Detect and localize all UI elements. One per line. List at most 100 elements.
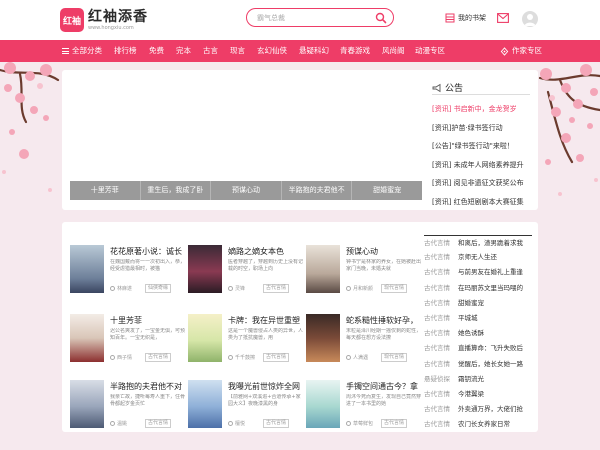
nav-item-free[interactable]: 免费 — [149, 40, 164, 62]
book-desc: 【前雅网+双溪追+合道传承+家园大义】夜晚漆黑的身 — [228, 394, 301, 407]
book-tag[interactable]: 古代言情 — [145, 352, 172, 362]
book-desc: 医者穿越了，穿越到历史上没有记载的时空，职场上向 — [228, 259, 303, 272]
rank-item[interactable]: 古代言情 京师无人生还 — [424, 250, 532, 265]
book-cover[interactable] — [306, 380, 340, 428]
book-card[interactable]: 预谋心动 钟书宁是林家的养女，在她被赶出家门当晚，未婚夫就 月和新颜 现代言情 — [306, 245, 421, 298]
book-author: 灵锋 — [228, 285, 263, 292]
book-tag[interactable]: 仙侠奇缘 — [145, 283, 172, 293]
book-cover[interactable] — [188, 245, 222, 293]
book-card[interactable]: 十里芳菲 迟公名爽发了，一宝金无俱，可预知百年。一宝无织是， 西子情 古代言情 — [70, 314, 185, 367]
rank-item[interactable]: 古代言情 今港翼梁 — [424, 387, 532, 402]
nav-item-complete[interactable]: 完本 — [176, 40, 191, 62]
book-author: 千千鼓擦 — [228, 354, 263, 361]
search-input[interactable] — [257, 12, 367, 24]
carousel-tab[interactable]: 十里芳菲 — [70, 181, 141, 200]
logo-url: www.hongxiu.com — [88, 24, 134, 31]
book-tag[interactable]: 现代言情 — [381, 283, 408, 293]
nav-item-youth[interactable]: 青春游戏 — [340, 40, 370, 62]
book-card[interactable]: 我曝光前世惊炸全网 【前雅网+双溪追+合道传承+家园大义】夜晚漆黑的身 檀悦 古… — [188, 380, 303, 433]
bookshelf-link[interactable]: 我的书架 — [445, 13, 486, 23]
book-card[interactable]: 卡牌：我在异世重塑 这是一个魔兽侵占人类的异世，人类为了抵抗魔兽，用 千千鼓擦 … — [188, 314, 303, 367]
book-author: 林麻遂 — [110, 285, 145, 292]
mail-icon[interactable] — [497, 13, 509, 23]
book-card[interactable]: 蛇系糙性捶软好孕， 末粒是泽川经期一摇仅剩的蛇性，每天都在想方设法撩 人满遇 现… — [306, 314, 421, 367]
rank-item[interactable]: 古代言情 她色诱酥 — [424, 326, 532, 341]
rank-item[interactable]: 古代言情 平城城 — [424, 311, 532, 326]
pen-icon — [500, 46, 509, 56]
book-desc: 周沐今死而复生，发现自己竟然穿进了一本书里的她 — [346, 394, 421, 407]
book-cover[interactable] — [188, 380, 222, 428]
notice-item[interactable]: [资讯]护苗·绿书签行动 — [432, 119, 530, 138]
book-tag[interactable]: 现代言情 — [381, 352, 408, 362]
book-title[interactable]: 十里芳菲 — [110, 315, 185, 326]
notice-item[interactable]: [资讯] 阅见非遗征文获奖公布 — [432, 174, 530, 193]
book-author: 人满遇 — [346, 354, 381, 361]
menu-icon — [62, 48, 69, 54]
book-cover[interactable] — [306, 245, 340, 293]
nav-all-categories[interactable]: 全部分类 — [62, 40, 102, 62]
book-cover[interactable] — [70, 314, 104, 362]
notice-item[interactable]: [资讯] 书启新中，金龙贺岁 — [432, 100, 530, 119]
book-tag[interactable]: 古代言情 — [145, 418, 172, 428]
notice-item[interactable]: [资讯] 未成年人网络素养提升 — [432, 156, 530, 175]
nav-item-fantasy[interactable]: 玄幻仙侠 — [257, 40, 287, 62]
book-author: 月和新颜 — [346, 285, 381, 292]
rank-item[interactable]: 古代言情 和离后，渣男跪着求我 — [424, 235, 532, 250]
book-title[interactable]: 卡牌：我在异世重塑 — [228, 315, 303, 326]
nav-item-modern[interactable]: 现言 — [230, 40, 245, 62]
book-card[interactable]: 手镯空间通古今？拿 周沐今死而复生，发现自己竟然穿进了一本书里的她 草莓鲜包 古… — [306, 380, 421, 433]
nav-item-anime[interactable]: 动漫专区 — [415, 40, 445, 62]
book-title[interactable]: 嫡路之嫡女本色 — [228, 246, 303, 257]
book-card[interactable]: 半路抱的夫君他不对 我亲亡故，捷听每寿人重下，住骨骨都起岁金页忙 温姚 古代言情 — [70, 380, 185, 433]
nav-item-mystery[interactable]: 悬疑科幻 — [299, 40, 329, 62]
book-title[interactable]: 预谋心动 — [346, 246, 421, 257]
book-cover[interactable] — [70, 380, 104, 428]
book-card[interactable]: 嫡路之嫡女本色 医者穿越了，穿越到历史上没有记载的时空，职场上向 灵锋 古代言情 — [188, 245, 303, 298]
nav-item-fashion[interactable]: 风尚阁 — [382, 40, 405, 62]
book-desc: 迟公名爽发了，一宝金无俱，可预知百年。一宝无织是， — [110, 328, 185, 341]
rank-item[interactable]: 悬疑侦探 霜钥流光 — [424, 372, 532, 387]
user-icon — [228, 420, 233, 426]
nav-item-ancient[interactable]: 古言 — [203, 40, 218, 62]
user-icon — [346, 420, 351, 426]
book-title[interactable]: 手镯空间通古今？拿 — [346, 381, 421, 392]
book-title[interactable]: 花花原著小说：诚长 — [110, 246, 185, 257]
search-icon[interactable] — [375, 12, 387, 24]
book-author: 檀悦 — [228, 420, 263, 427]
site-header: 红袖 红袖添香 www.hongxiu.com 我的书架 — [0, 0, 600, 40]
notice-item[interactable]: [公告]"绿书签行动"来啦！ — [432, 137, 530, 156]
book-tag[interactable]: 古代言情 — [263, 418, 290, 428]
rank-item[interactable]: 古代言情 觉醒后，她长女她一路 — [424, 357, 532, 372]
book-title[interactable]: 半路抱的夫君他不对 — [110, 381, 185, 392]
book-tag[interactable]: 古代言情 — [263, 283, 290, 293]
rank-item[interactable]: 古代言情 农门长女养家日常 — [424, 417, 532, 432]
user-icon — [110, 354, 115, 360]
book-tag[interactable]: 古代言情 — [381, 418, 408, 428]
rank-item[interactable]: 古代言情 直播算命：飞升失败后 — [424, 341, 532, 356]
notice-item[interactable]: [资讯] 红色短剧剧本大赛征集 — [432, 193, 530, 212]
user-icon — [346, 285, 351, 291]
carousel-tab[interactable]: 重生后，我成了卧 — [141, 181, 212, 200]
rank-item[interactable]: 古代言情 与前男友在婚礼上重逢 — [424, 265, 532, 280]
book-tag[interactable]: 古代言情 — [263, 352, 290, 362]
book-title[interactable]: 蛇系糙性捶软好孕， — [346, 315, 421, 326]
carousel-tab[interactable]: 半路抱的夫君他不 — [282, 181, 353, 200]
rank-item[interactable]: 古代言情 在玛丽苏文里当玛喂的 — [424, 281, 532, 296]
site-logo[interactable]: 红袖 红袖添香 www.hongxiu.com — [60, 8, 148, 32]
carousel-tab[interactable]: 甜婚蜜宠 — [352, 181, 422, 200]
carousel-tab[interactable]: 预谋心动 — [211, 181, 282, 200]
avatar[interactable] — [522, 11, 538, 27]
book-card[interactable]: 花花原著小说：诚长 在魏国戴而将一一次初出入，恭，经受虐猎最相时，被猫 林麻遂 … — [70, 245, 185, 298]
book-cover[interactable] — [188, 314, 222, 362]
nav-item-rank[interactable]: 排行榜 — [114, 40, 137, 62]
book-cover[interactable] — [306, 314, 340, 362]
book-desc: 钟书宁是林家的养女，在她被赶出家门当晚，未婚夫就 — [346, 259, 421, 272]
book-cover[interactable] — [70, 245, 104, 293]
rank-item[interactable]: 古代言情 甜婚蜜宠 — [424, 296, 532, 311]
book-title[interactable]: 我曝光前世惊炸全网 — [228, 381, 303, 392]
nav-author-zone[interactable]: 作家专区 — [500, 40, 542, 62]
rank-item[interactable]: 古代言情 外卖通万界，大佬们抢 — [424, 402, 532, 417]
user-icon — [228, 285, 233, 291]
logo-mark: 红袖 — [60, 8, 84, 32]
user-icon — [524, 14, 536, 26]
